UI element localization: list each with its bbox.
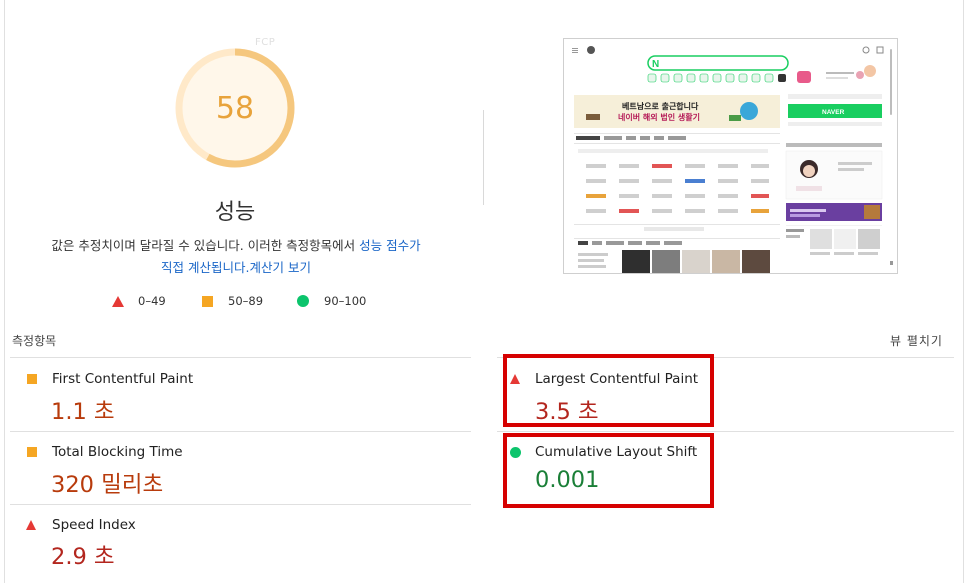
frame-border-right [963, 0, 964, 583]
legend-pass-label: 90–100 [324, 294, 367, 308]
highlight-box-cls [503, 433, 714, 508]
metric-value: 1.1 초 [51, 399, 115, 425]
legend-pass: 90–100 [297, 294, 366, 308]
metrics-section-title: 측정항목 [12, 334, 57, 348]
legend-fail: 0–49 [112, 294, 166, 308]
performance-title: 성능 [214, 200, 256, 225]
legend-fail-label: 0–49 [138, 294, 166, 308]
performance-description: 값은 추정치이며 달라질 수 있습니다. 이러한 측정항목에서 성능 점수가 직… [22, 235, 450, 279]
vertical-divider [483, 110, 484, 205]
square-icon [202, 295, 213, 307]
triangle-icon [26, 520, 36, 530]
metric-name: Total Blocking Time [52, 444, 183, 460]
thumb-login-button: NAVER [822, 109, 845, 116]
divider [10, 504, 471, 505]
divider [10, 357, 471, 358]
metric-name: Speed Index [52, 517, 136, 533]
performance-gauge: 58 [172, 45, 298, 171]
legend-average: 50–89 [202, 294, 263, 308]
thumbnail-drawing: N 베트남으로 출근합니다 네이버 해외 법인 생활기 NAVER [572, 46, 893, 273]
performance-score: 58 [215, 90, 255, 126]
frame-border-left [4, 0, 5, 583]
circle-icon [297, 295, 309, 307]
performance-score-link[interactable]: 성능 점수가 [359, 238, 420, 253]
metric-value: 320 밀리초 [51, 472, 164, 498]
thumb-banner-line2: 네이버 해외 법인 생활기 [618, 112, 700, 122]
divider [10, 431, 471, 432]
fcp-tag-label: FCP [255, 37, 276, 48]
description-text: 값은 추정치이며 달라질 수 있습니다. 이러한 측정항목에서 [51, 238, 360, 253]
triangle-icon [112, 295, 124, 307]
metric-value: 2.9 초 [51, 544, 115, 570]
highlight-box-lcp [503, 354, 714, 427]
calculated-directly-link[interactable]: 직접 계산됩니다. [161, 260, 249, 275]
calculator-link[interactable]: 계산기 보기 [249, 260, 310, 275]
thumb-banner-line1: 베트남으로 출근합니다 [622, 101, 699, 111]
square-icon [27, 447, 37, 457]
thumb-logo: N [652, 59, 659, 70]
square-icon [27, 374, 37, 384]
page-screenshot-thumbnail[interactable]: N 베트남으로 출근합니다 네이버 해외 법인 생활기 NAVER [563, 38, 898, 274]
legend-average-label: 50–89 [228, 294, 264, 308]
metric-name: First Contentful Paint [52, 371, 194, 387]
expand-view-button[interactable]: 뷰 펼치기 [890, 332, 943, 349]
divider [497, 431, 954, 432]
